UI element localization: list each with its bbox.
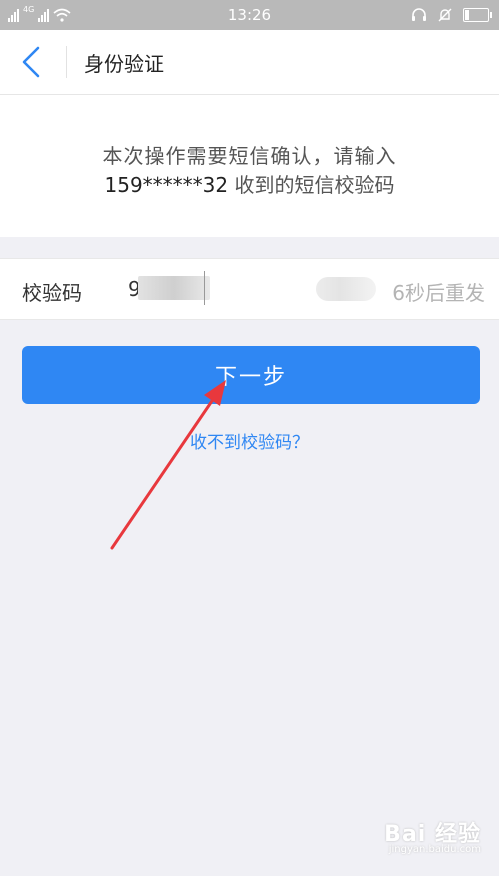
nav-divider: [66, 46, 67, 78]
resend-countdown[interactable]: 6秒后重发: [392, 277, 485, 306]
battery-icon: [463, 8, 492, 22]
notice-line-1: 本次操作需要短信确认，请输入: [102, 144, 397, 168]
text-caret: [204, 271, 205, 305]
masked-phone-number: 159******32: [104, 173, 229, 197]
screen: 4G 13:26 身份验证 本次操作需要短信确认，请输入 159******32…: [0, 0, 499, 876]
chevron-left-icon: [22, 46, 40, 78]
verification-code-row: 校验码 6秒后重发: [0, 258, 499, 320]
headset-icon: [412, 8, 426, 21]
watermark-url: jingyan.baidu.com: [388, 844, 481, 855]
code-label: 校验码: [22, 281, 82, 305]
notice-line-2-text: 收到的短信校验码: [228, 173, 395, 197]
baidu-jingyan-watermark: Bai 经验 jingyan.baidu.com: [361, 814, 481, 862]
battery-level: [465, 10, 470, 20]
notice-line-2: 159******32 收到的短信校验码: [0, 169, 499, 198]
page-title: 身份验证: [84, 52, 164, 76]
cannot-receive-code-link[interactable]: 收不到校验码？: [0, 428, 499, 453]
resend-redaction-blur: [316, 277, 376, 301]
sms-notice: 本次操作需要短信确认，请输入 159******32 收到的短信校验码: [0, 95, 499, 237]
next-step-label: 下一步: [214, 365, 287, 390]
next-step-button[interactable]: 下一步: [22, 346, 480, 404]
code-redaction-blur: [138, 276, 210, 300]
alarm-off-icon: [438, 8, 452, 22]
back-button[interactable]: [14, 44, 50, 80]
status-bar: 4G 13:26: [0, 0, 499, 30]
nav-bar: 身份验证: [0, 30, 499, 95]
status-right: [411, 7, 492, 23]
